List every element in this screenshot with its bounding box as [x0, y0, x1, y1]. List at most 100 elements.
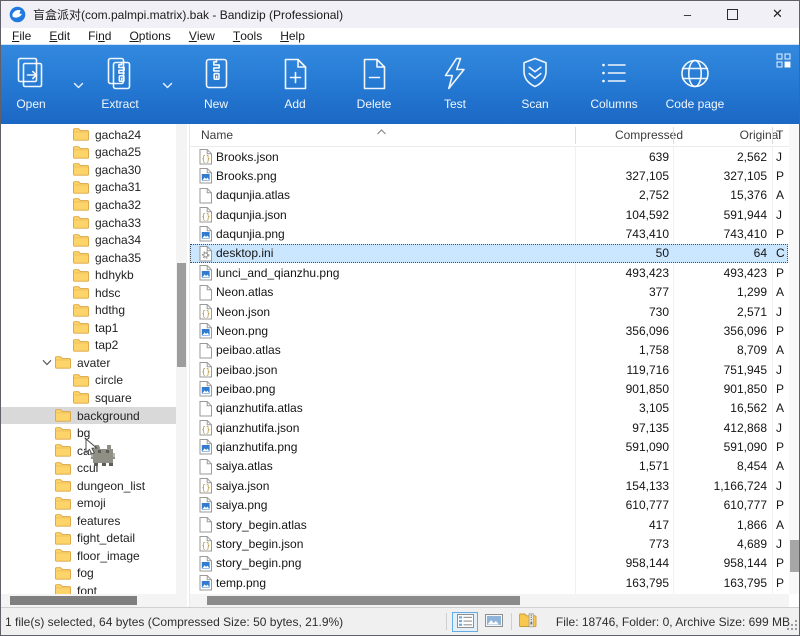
tree-item-background[interactable]: background	[0, 407, 176, 425]
menu-item-options[interactable]: Options	[120, 28, 179, 44]
columns-button[interactable]: Columns	[569, 55, 659, 111]
tree-item-gacha33[interactable]: gacha33	[0, 214, 176, 232]
tree-indent	[0, 222, 73, 223]
menu-item-file[interactable]: File	[3, 28, 40, 44]
file-row[interactable]: saiya.png610,777610,777P	[190, 495, 788, 514]
close-button[interactable]: ✕	[755, 0, 800, 28]
tree-item-tap2[interactable]: tap2	[0, 337, 176, 355]
menu-item-edit[interactable]: Edit	[40, 28, 79, 44]
png-file-icon	[199, 575, 212, 592]
details-view-button[interactable]	[452, 612, 478, 632]
file-original-size: 1,166,724	[714, 479, 767, 493]
file-row[interactable]: daqunjia.atlas2,75215,376A	[190, 186, 788, 205]
tree-item-hdsc[interactable]: hdsc	[0, 284, 176, 302]
toolbar-button-label: Code page	[650, 97, 740, 111]
file-row[interactable]: {}story_begin.json7734,689J	[190, 534, 788, 553]
tree-expand-chevron-icon[interactable]	[38, 359, 55, 366]
tree-item-floor_image[interactable]: floor_image	[0, 547, 176, 565]
file-type-initial: P	[776, 324, 788, 338]
toolbar-button-label: New	[171, 97, 261, 111]
file-row[interactable]: temp.png163,795163,795P	[190, 573, 788, 592]
tree-item-gacha31[interactable]: gacha31	[0, 179, 176, 197]
sidebar-vscroll-thumb[interactable]	[177, 263, 186, 367]
tree-item-gacha34[interactable]: gacha34	[0, 231, 176, 249]
column-header-name[interactable]: Name	[201, 128, 233, 142]
maximize-button[interactable]	[710, 0, 755, 28]
file-row[interactable]: Brooks.png327,105327,105P	[190, 166, 788, 185]
file-row[interactable]: peibao.atlas1,7588,709A	[190, 341, 788, 360]
menu-item-view[interactable]: View	[180, 28, 224, 44]
delete-button[interactable]: Delete	[329, 55, 419, 111]
list-vscroll-thumb[interactable]	[790, 540, 799, 572]
file-type-initial: C	[776, 246, 788, 260]
thumbnails-view-button[interactable]	[481, 612, 507, 632]
menu-item-help[interactable]: Help	[271, 28, 314, 44]
tree-item-dungeon_list[interactable]: dungeon_list	[0, 477, 176, 495]
column-header-original[interactable]: Original	[740, 128, 781, 142]
file-row[interactable]: desktop.ini5064C	[190, 244, 788, 263]
tree-item-hdhykb[interactable]: hdhykb	[0, 266, 176, 284]
tree-item-gacha35[interactable]: gacha35	[0, 249, 176, 267]
test-button[interactable]: Test	[410, 55, 500, 111]
file-type-initial: J	[776, 537, 788, 551]
sidebar-hscroll-thumb[interactable]	[10, 596, 137, 605]
tree-item-avater[interactable]: avater	[0, 354, 176, 372]
sidebar-horizontal-scrollbar[interactable]	[0, 594, 187, 607]
file-name: story_begin.atlas	[216, 518, 307, 532]
file-row[interactable]: {}Neon.json7302,571J	[190, 302, 788, 321]
column-divider[interactable]	[772, 127, 773, 144]
layout-grid-icon[interactable]	[776, 53, 791, 73]
tree-item-emoji[interactable]: emoji	[0, 494, 176, 512]
open-button[interactable]: Open	[0, 55, 76, 111]
menu-item-tools[interactable]: Tools	[224, 28, 271, 44]
file-row[interactable]: story_begin.png958,144958,144P	[190, 554, 788, 573]
tree-item-tap1[interactable]: tap1	[0, 319, 176, 337]
file-row[interactable]: qianzhutifa.png591,090591,090P	[190, 437, 788, 456]
tree-item-gacha25[interactable]: gacha25	[0, 144, 176, 162]
tree-item-features[interactable]: features	[0, 512, 176, 530]
tree-item-gacha24[interactable]: gacha24	[0, 126, 176, 144]
file-row[interactable]: qianzhutifa.atlas3,10516,562A	[190, 399, 788, 418]
tree-item-circle[interactable]: circle	[0, 372, 176, 390]
toolbar: OpenExtract NewAddDeleteTestScanColumnsCo…	[0, 44, 800, 124]
tree-item-fight_detail[interactable]: fight_detail	[0, 530, 176, 548]
file-row[interactable]: peibao.png901,850901,850P	[190, 379, 788, 398]
file-row[interactable]: {}qianzhutifa.json97,135412,868J	[190, 418, 788, 437]
minimize-button[interactable]: –	[665, 0, 710, 28]
file-row[interactable]: Neon.png356,096356,096P	[190, 321, 788, 340]
extract-button[interactable]: Extract	[75, 55, 165, 111]
new-button[interactable]: New	[171, 55, 261, 111]
column-divider[interactable]	[575, 127, 576, 144]
menu-item-find[interactable]: Find	[79, 28, 120, 44]
list-vertical-scrollbar[interactable]	[789, 124, 800, 594]
file-row[interactable]: {}daqunjia.json104,592591,944J	[190, 205, 788, 224]
tree-indent	[0, 485, 55, 486]
file-row[interactable]: {}Brooks.json6392,562J	[190, 147, 788, 166]
tree-item-gacha32[interactable]: gacha32	[0, 196, 176, 214]
code-page-button[interactable]: Code page	[650, 55, 740, 111]
file-original-size: 327,105	[724, 169, 767, 183]
file-name: Neon.png	[216, 324, 268, 338]
file-row[interactable]: lunci_and_qianzhu.png493,423493,423P	[190, 263, 788, 282]
tree-item-hdthg[interactable]: hdthg	[0, 301, 176, 319]
scan-button[interactable]: Scan	[490, 55, 580, 111]
file-row[interactable]: saiya.atlas1,5718,454A	[190, 457, 788, 476]
file-row[interactable]: {}saiya.json154,1331,166,724J	[190, 476, 788, 495]
column-divider[interactable]	[673, 127, 674, 144]
list-hscroll-thumb[interactable]	[207, 596, 520, 605]
file-row[interactable]: Neon.atlas3771,299A	[190, 283, 788, 302]
tree-item-gacha30[interactable]: gacha30	[0, 161, 176, 179]
resize-grip[interactable]	[787, 620, 798, 634]
file-row[interactable]: {}peibao.json119,716751,945J	[190, 360, 788, 379]
column-header-type[interactable]: T	[776, 128, 783, 142]
tree-item-font[interactable]: font	[0, 582, 176, 594]
file-row[interactable]: daqunjia.png743,410743,410P	[190, 224, 788, 243]
sidebar-vertical-scrollbar[interactable]	[176, 124, 187, 594]
tree-item-fog[interactable]: fog	[0, 565, 176, 583]
archive-folder-button[interactable]	[515, 612, 541, 632]
tree-item-square[interactable]: square	[0, 389, 176, 407]
add-button[interactable]: Add	[250, 55, 340, 111]
tree-indent	[0, 310, 73, 311]
file-row[interactable]: story_begin.atlas4171,866A	[190, 515, 788, 534]
list-horizontal-scrollbar[interactable]	[190, 594, 789, 607]
